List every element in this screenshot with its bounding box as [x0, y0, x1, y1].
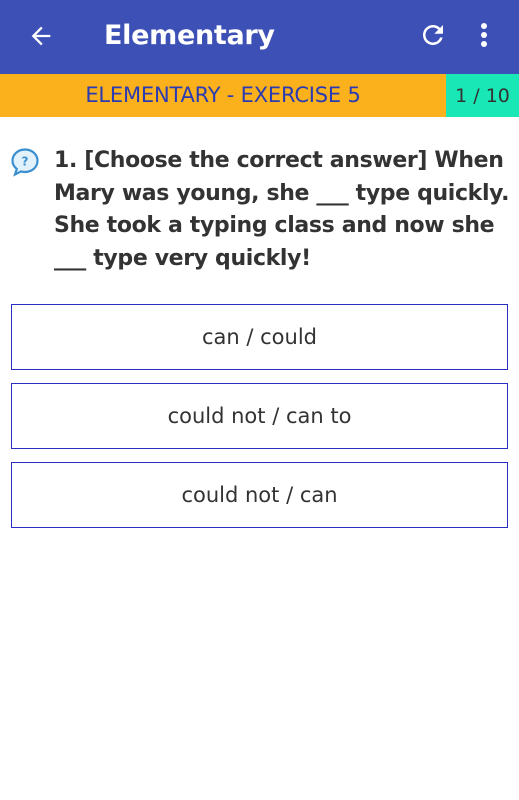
- app-bar: Elementary: [0, 0, 519, 74]
- svg-text:?: ?: [22, 155, 29, 169]
- refresh-button[interactable]: [414, 16, 452, 54]
- app-title: Elementary: [104, 20, 275, 51]
- question-counter: 1 / 10: [446, 74, 519, 117]
- answer-option[interactable]: could not / can: [11, 462, 508, 528]
- back-button[interactable]: [22, 17, 60, 55]
- question-bubble-icon: ?: [11, 148, 39, 177]
- exercise-bar: ELEMENTARY - EXERCISE 5 1 / 10: [0, 74, 519, 117]
- question-text: 1. [Choose the correct answer] When Mary…: [54, 148, 510, 271]
- exercise-title: ELEMENTARY - EXERCISE 5: [85, 83, 361, 107]
- answer-option[interactable]: could not / can to: [11, 383, 508, 449]
- more-vertical-icon: [481, 23, 487, 47]
- arrow-left-icon: [31, 26, 51, 46]
- refresh-icon: [423, 25, 443, 45]
- more-options-button[interactable]: [468, 16, 500, 54]
- answer-option[interactable]: can / could: [11, 304, 508, 370]
